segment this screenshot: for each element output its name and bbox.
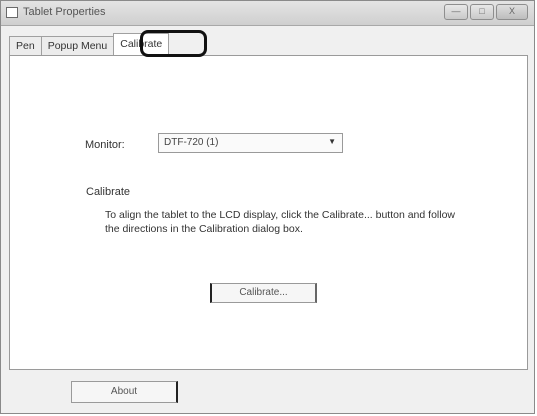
tab-pen[interactable]: Pen bbox=[9, 36, 42, 55]
tab-highlight-outline bbox=[140, 30, 207, 57]
calibrate-heading: Calibrate bbox=[86, 186, 131, 198]
maximize-button[interactable]: □ bbox=[470, 4, 494, 20]
window-title: Tablet Properties bbox=[23, 6, 106, 18]
about-button[interactable]: About bbox=[71, 381, 178, 403]
calibrate-button[interactable]: Calibrate... bbox=[210, 283, 317, 303]
window-icon bbox=[6, 7, 18, 18]
tab-popup-menu[interactable]: Popup Menu bbox=[40, 36, 115, 55]
close-button[interactable]: X bbox=[496, 4, 528, 20]
calibrate-description: To align the tablet to the LCD display, … bbox=[105, 209, 456, 235]
chevron-down-icon: ▼ bbox=[328, 137, 336, 146]
monitor-label: Monitor: bbox=[85, 139, 125, 151]
minimize-button[interactable]: — bbox=[444, 4, 468, 20]
monitor-dropdown[interactable]: DTF-720 (1) ▼ bbox=[158, 133, 343, 153]
title-bar[interactable]: Tablet Properties — □ X bbox=[1, 1, 534, 26]
monitor-selected-value: DTF-720 (1) bbox=[164, 137, 219, 148]
window-controls: — □ X bbox=[444, 4, 528, 20]
properties-window: Tablet Properties — □ X Pen Popup Menu C… bbox=[0, 0, 535, 414]
